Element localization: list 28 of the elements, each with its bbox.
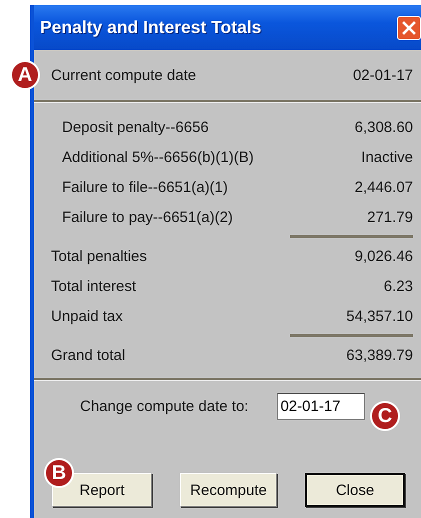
value: 9,026.46 — [354, 248, 413, 264]
label: Total penalties — [51, 248, 147, 264]
label: Grand total — [51, 346, 126, 364]
date-field[interactable]: 02-01-17 — [277, 393, 366, 420]
label: Total interest — [51, 278, 136, 294]
close-button[interactable] — [397, 16, 421, 40]
value: 54,357.10 — [346, 308, 413, 324]
dialog-button[interactable]: Recompute — [180, 473, 277, 507]
callout-badge: B — [44, 458, 74, 488]
field-label: Change compute date to: — [80, 398, 248, 415]
value: 02-01-17 — [352, 66, 413, 84]
close-icon — [402, 20, 416, 34]
dialog-button[interactable]: Close — [305, 473, 405, 507]
value: 63,389.79 — [346, 346, 413, 364]
label: Deposit penalty--6656 — [62, 118, 209, 136]
label: Unpaid tax — [51, 308, 123, 324]
label: Failure to file--6651(a)(1) — [62, 178, 228, 196]
window-title: Penalty and Interest Totals — [40, 17, 262, 38]
callout-badge: C — [370, 401, 400, 431]
value: 6,308.60 — [354, 118, 413, 136]
label: Additional 5%--6656(b)(1)(B) — [62, 148, 254, 166]
value: 271.79 — [367, 208, 413, 226]
value: 6.23 — [384, 278, 413, 294]
label: Failure to pay--6651(a)(2) — [62, 208, 233, 226]
callout-badge: A — [10, 60, 40, 90]
value: Inactive — [361, 148, 413, 166]
label: Current compute date — [51, 66, 196, 84]
value: 2,446.07 — [354, 178, 413, 196]
